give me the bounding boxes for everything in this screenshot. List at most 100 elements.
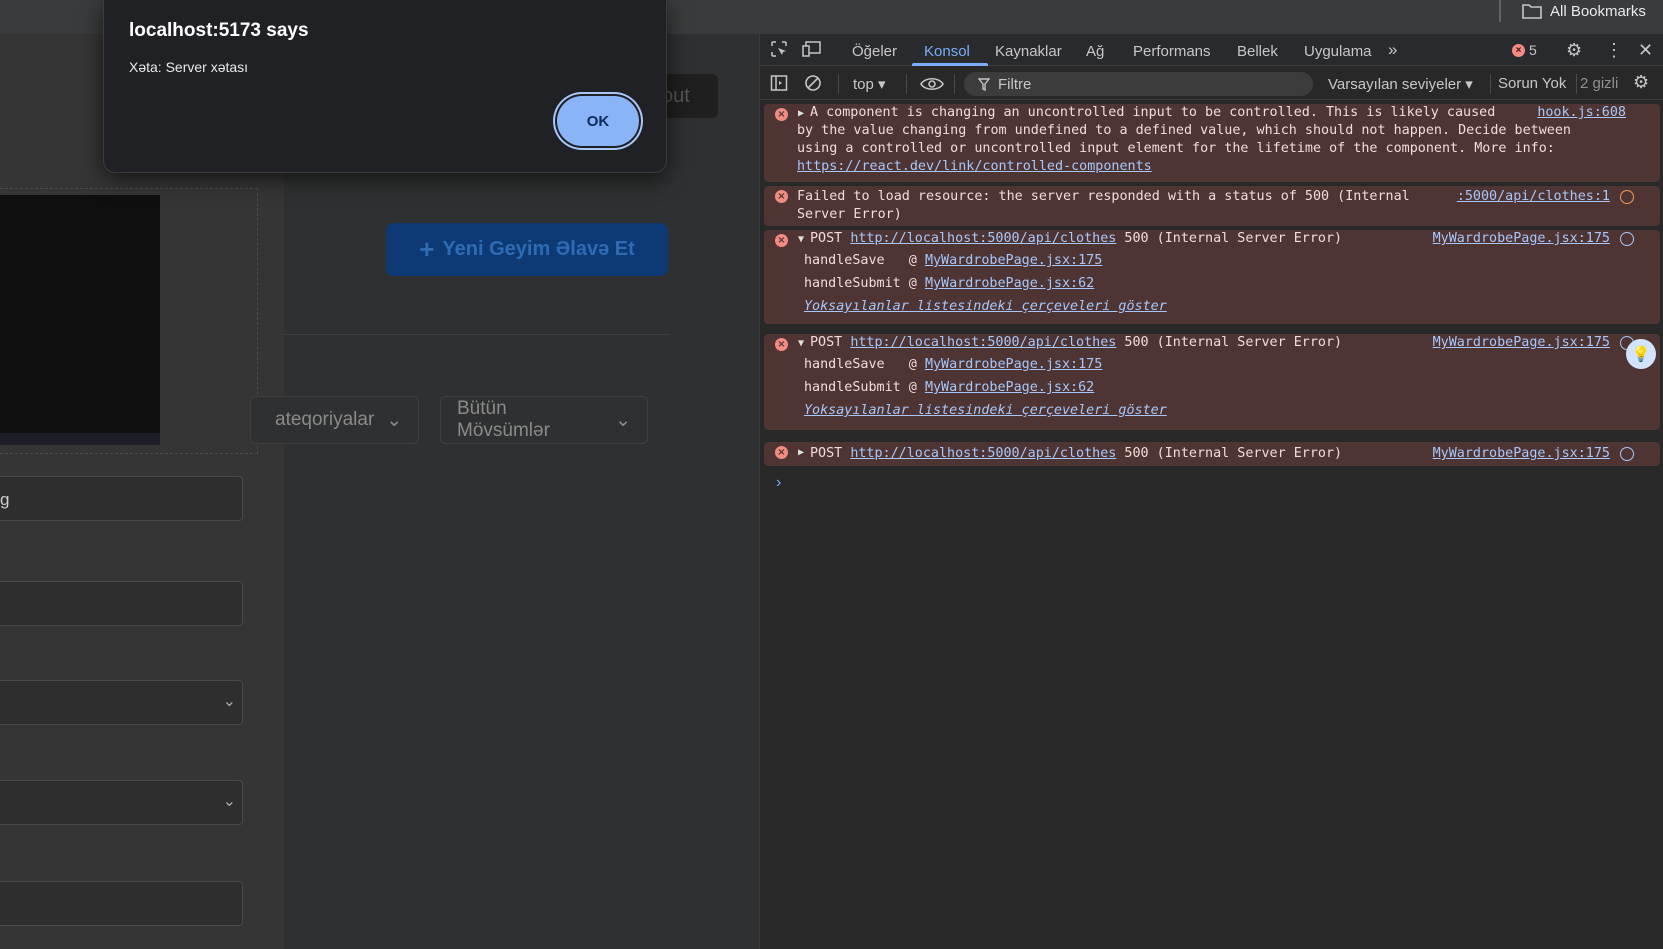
eye-icon[interactable]	[920, 76, 944, 92]
name-field[interactable]: g	[0, 476, 243, 521]
tab-memory[interactable]: Bellek	[1237, 43, 1278, 60]
error-icon: ×	[775, 338, 788, 351]
alert-dialog: localhost:5173 says Xəta: Server xətası …	[103, 0, 667, 173]
clear-console-icon[interactable]	[804, 74, 822, 92]
message-text: Server Error)	[797, 207, 902, 222]
expand-triangle-icon[interactable]: ▶	[798, 444, 804, 462]
request-url[interactable]: http://localhost:5000/api/clothes	[850, 446, 1116, 461]
toolbar-separator	[954, 74, 955, 94]
more-options-icon[interactable]: ⋮	[1605, 40, 1623, 61]
show-ignored-frames-link[interactable]: Yoksayılanlar listesindeki çerçeveleri g…	[804, 402, 1167, 420]
add-clothing-button[interactable]: + Yeni Geyim Əlavə Et	[386, 223, 668, 276]
category-filter-select[interactable]: ateqoriyalar ⌄	[250, 396, 419, 444]
name-field-value: g	[0, 490, 10, 509]
device-toolbar-icon[interactable]	[802, 40, 822, 58]
console-error-message[interactable]: × ▼ POST http://localhost:5000/api/cloth…	[764, 230, 1660, 324]
request-method: POST	[810, 335, 843, 350]
all-bookmarks-button[interactable]: All Bookmarks	[1522, 0, 1646, 22]
insights-icon[interactable]	[1620, 232, 1634, 246]
tab-network[interactable]: Ağ	[1086, 43, 1104, 60]
console-toolbar: top ▾ Filtre Varsayılan seviyeler ▾ Soru…	[760, 66, 1663, 100]
show-ignored-frames-link[interactable]: Yoksayılanlar listesindeki çerçeveleri g…	[804, 298, 1167, 316]
text-field-5[interactable]	[0, 881, 243, 926]
collapse-triangle-icon[interactable]: ▼	[798, 335, 804, 353]
select-field-1[interactable]: ⌄	[0, 680, 243, 725]
request-method: POST	[810, 446, 843, 461]
error-icon: ×	[775, 446, 788, 459]
console-settings-gear-icon[interactable]: ⚙	[1633, 72, 1649, 93]
tab-elements[interactable]: Öğeler	[852, 43, 897, 60]
stack-function: handleSubmit	[804, 276, 901, 291]
request-status: 500 (Internal Server Error)	[1124, 335, 1343, 350]
folder-icon	[1522, 4, 1542, 19]
console-prompt[interactable]: ›	[776, 474, 781, 492]
issues-label[interactable]: Sorun Yok	[1498, 75, 1566, 92]
bookmarks-separator	[1499, 0, 1501, 22]
tab-application[interactable]: Uygulama	[1304, 43, 1372, 60]
log-levels-label: Varsayılan seviyeler	[1328, 76, 1462, 93]
console-error-message[interactable]: × Failed to load resource: the server re…	[764, 186, 1660, 226]
error-count: 5	[1529, 42, 1537, 58]
insights-icon[interactable]	[1620, 190, 1634, 204]
more-tabs-icon[interactable]: »	[1388, 40, 1397, 60]
devtools-panel: Öğeler Konsol Kaynaklar Ağ Performans Be…	[759, 34, 1663, 949]
tab-console[interactable]: Konsol	[924, 43, 970, 60]
all-bookmarks-label: All Bookmarks	[1550, 2, 1646, 20]
hidden-count: 2 gizli	[1580, 75, 1619, 92]
chevron-down-icon: ⌄	[222, 793, 236, 810]
stack-location[interactable]: MyWardrobePage.jsx:175	[925, 253, 1102, 268]
stack-location[interactable]: MyWardrobePage.jsx:175	[925, 357, 1102, 372]
category-filter-value: ateqoriyalar	[275, 409, 375, 430]
stack-location[interactable]: MyWardrobePage.jsx:62	[925, 276, 1094, 291]
message-link[interactable]: https://react.dev/link/controlled-compon…	[797, 158, 1152, 176]
console-error-message[interactable]: × ▶ POST http://localhost:5000/api/cloth…	[764, 442, 1660, 466]
select-field-2[interactable]: ⌄	[0, 780, 243, 825]
caret-down-icon: ▾	[878, 76, 886, 93]
expand-triangle-icon[interactable]: ▶	[798, 105, 804, 123]
collapse-triangle-icon[interactable]: ▼	[798, 231, 804, 249]
error-icon: ×	[775, 190, 788, 203]
close-icon[interactable]: ✕	[1638, 40, 1653, 61]
tab-performance[interactable]: Performans	[1133, 43, 1211, 60]
alert-message: Xəta: Server xətası	[129, 59, 249, 75]
message-source-link[interactable]: MyWardrobePage.jsx:175	[1433, 230, 1610, 248]
message-source-link[interactable]: hook.js:608	[1537, 104, 1626, 122]
log-levels-select[interactable]: Varsayılan seviyeler ▾	[1328, 75, 1473, 93]
error-counter[interactable]: × 5	[1512, 42, 1537, 58]
toolbar-separator	[906, 74, 907, 94]
ai-assistance-icon[interactable]: 💡	[1626, 339, 1656, 369]
toolbar-separator	[1490, 74, 1491, 94]
context-select[interactable]: top ▾	[853, 75, 886, 93]
message-source-link[interactable]: :5000/api/clothes:1	[1457, 188, 1610, 206]
plus-icon: +	[419, 234, 435, 264]
season-filter-select[interactable]: Bütün Mövsümlər ⌄	[440, 396, 648, 444]
stack-location[interactable]: MyWardrobePage.jsx:62	[925, 380, 1094, 395]
tab-sources[interactable]: Kaynaklar	[995, 43, 1062, 60]
message-text: A component is changing an uncontrolled …	[810, 105, 1496, 120]
request-url[interactable]: http://localhost:5000/api/clothes	[850, 231, 1116, 246]
text-field-2[interactable]	[0, 581, 243, 626]
gear-icon[interactable]: ⚙	[1566, 40, 1582, 61]
inspect-element-icon[interactable]	[770, 40, 788, 58]
toolbar-separator	[1576, 74, 1577, 94]
message-source-link[interactable]: MyWardrobePage.jsx:175	[1433, 334, 1610, 352]
message-text: Failed to load resource: the server resp…	[797, 189, 1410, 204]
preview-taskbar	[0, 433, 160, 445]
error-icon: ×	[1512, 43, 1525, 57]
image-upload-area[interactable]	[0, 188, 258, 454]
console-error-message[interactable]: × ▶ A component is changing an uncontrol…	[764, 104, 1660, 182]
error-icon: ×	[775, 234, 788, 247]
error-icon: ×	[775, 108, 788, 121]
message-source-link[interactable]: MyWardrobePage.jsx:175	[1433, 445, 1610, 463]
ok-button[interactable]: OK	[557, 96, 639, 146]
sidebar-toggle-icon[interactable]	[770, 74, 788, 92]
stack-function: handleSave	[804, 253, 901, 268]
filter-icon	[978, 77, 990, 91]
request-url[interactable]: http://localhost:5000/api/clothes	[850, 335, 1116, 350]
console-error-message[interactable]: × ▼ POST http://localhost:5000/api/cloth…	[764, 334, 1660, 430]
insights-icon[interactable]	[1620, 447, 1634, 461]
divider	[284, 334, 670, 335]
stack-function: handleSave	[804, 357, 901, 372]
alert-title: localhost:5173 says	[129, 20, 309, 41]
console-filter-input[interactable]: Filtre	[964, 72, 1313, 96]
